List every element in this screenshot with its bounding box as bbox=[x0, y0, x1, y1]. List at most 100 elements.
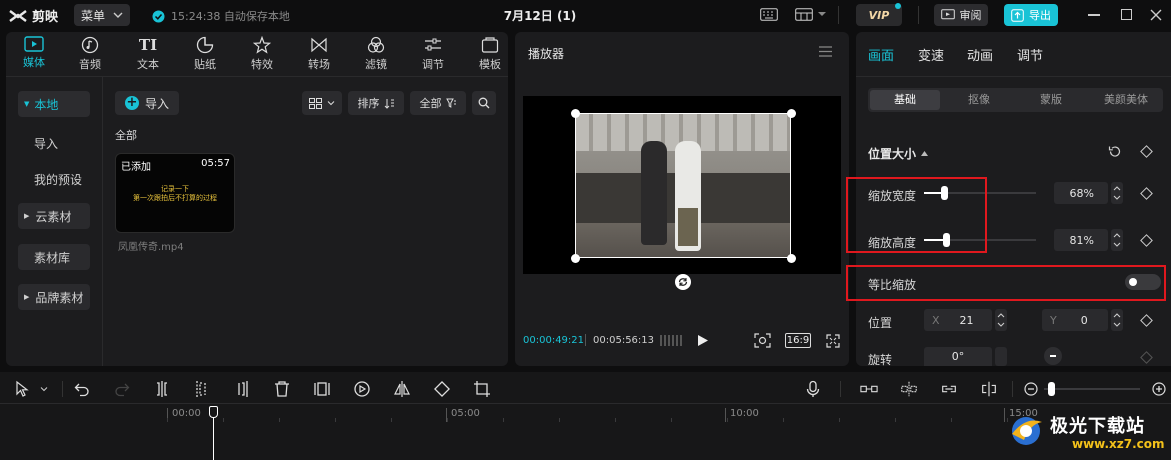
cursor-icon[interactable] bbox=[14, 380, 32, 398]
scale-width-input[interactable]: 68% bbox=[1054, 182, 1108, 204]
divider bbox=[62, 381, 63, 397]
link-icon[interactable] bbox=[940, 380, 958, 398]
undo-icon[interactable] bbox=[73, 380, 91, 398]
resize-handle[interactable] bbox=[571, 109, 580, 118]
menu-button[interactable]: 菜单 bbox=[74, 4, 130, 26]
split-icon[interactable] bbox=[153, 380, 171, 398]
sticker-icon bbox=[196, 36, 214, 54]
tab-adjust[interactable]: 调节 bbox=[409, 36, 457, 72]
playhead-handle[interactable] bbox=[209, 406, 218, 418]
tab-speed[interactable]: 变速 bbox=[918, 45, 944, 64]
menu-icon[interactable] bbox=[819, 46, 832, 57]
crop-icon[interactable] bbox=[473, 380, 491, 398]
sidebar-item-cloud[interactable]: ▶ 云素材 bbox=[18, 203, 90, 229]
reverse-icon[interactable] bbox=[353, 380, 371, 398]
resize-handle[interactable] bbox=[571, 254, 580, 263]
freeze-icon[interactable] bbox=[313, 380, 331, 398]
mirror-icon[interactable] bbox=[393, 380, 411, 398]
keyboard-icon[interactable] bbox=[760, 8, 778, 21]
added-badge: 已添加 bbox=[121, 162, 151, 173]
import-button[interactable]: + 导入 bbox=[115, 91, 179, 115]
subtab-cutout[interactable]: 抠像 bbox=[944, 90, 1014, 110]
close-icon[interactable] bbox=[1150, 9, 1162, 21]
zoom-out-icon[interactable] bbox=[1022, 380, 1040, 398]
position-y-input[interactable]: Y 0 bbox=[1042, 309, 1108, 331]
media-panel bbox=[6, 32, 508, 366]
rotate-handle[interactable] bbox=[675, 274, 691, 290]
view-mode-button[interactable] bbox=[302, 91, 342, 115]
slider-handle[interactable] bbox=[1048, 382, 1055, 396]
tab-template[interactable]: 模板 bbox=[466, 36, 514, 72]
subtab-basic[interactable]: 基础 bbox=[870, 90, 940, 110]
stepper[interactable] bbox=[1111, 229, 1123, 251]
plus-icon: + bbox=[124, 95, 139, 110]
filter-button[interactable]: 全部 bbox=[410, 91, 466, 115]
rotate-clip-icon[interactable] bbox=[433, 380, 451, 398]
tab-text[interactable]: TI 文本 bbox=[124, 36, 172, 72]
media-thumbnail[interactable]: 已添加 05:57 记录一下 第一次跟拍后不打算的过程 bbox=[115, 153, 235, 233]
fit-screen-icon[interactable] bbox=[754, 333, 771, 348]
search-button[interactable] bbox=[472, 91, 496, 115]
aspect-ratio-button[interactable]: 16:9 bbox=[785, 333, 811, 348]
funnel-icon bbox=[445, 98, 456, 108]
minimize-icon[interactable] bbox=[1088, 14, 1100, 16]
trim-left-icon[interactable] bbox=[193, 380, 211, 398]
sidebar-item-presets[interactable]: 我的预设 bbox=[18, 166, 90, 192]
divider bbox=[838, 6, 839, 24]
stepper[interactable] bbox=[1111, 309, 1123, 331]
rotate-dial[interactable] bbox=[1044, 347, 1062, 365]
tab-transition[interactable]: 转场 bbox=[295, 36, 343, 72]
section-header[interactable]: 位置大小 bbox=[868, 145, 929, 162]
subtab-mask[interactable]: 蒙版 bbox=[1016, 90, 1086, 110]
tab-adjust[interactable]: 调节 bbox=[1017, 45, 1043, 64]
zoom-slider[interactable] bbox=[1044, 388, 1140, 390]
microphone-icon[interactable] bbox=[804, 380, 822, 398]
notification-dot bbox=[895, 3, 901, 9]
snap-icon[interactable] bbox=[900, 380, 918, 398]
export-button[interactable]: 导出 bbox=[1004, 4, 1058, 26]
sidebar-item-import[interactable]: 导入 bbox=[18, 130, 90, 156]
subtab-beauty[interactable]: 美颜美体 bbox=[1090, 90, 1162, 110]
sort-button[interactable]: 排序 bbox=[348, 91, 404, 115]
sidebar-item-brand[interactable]: ▶ 品牌素材 bbox=[18, 284, 90, 310]
chevron-down-icon[interactable] bbox=[40, 387, 48, 392]
position-x-input[interactable]: X 21 bbox=[924, 309, 992, 331]
zoom-in-icon[interactable] bbox=[1150, 380, 1168, 398]
watermark-brand: 极光下载站 bbox=[1050, 416, 1145, 437]
selection-frame[interactable] bbox=[575, 113, 791, 258]
resize-handle[interactable] bbox=[787, 109, 796, 118]
tab-filter[interactable]: 滤镜 bbox=[352, 36, 400, 72]
stepper[interactable] bbox=[1111, 182, 1123, 204]
review-button[interactable]: 审阅 bbox=[934, 4, 988, 26]
reset-icon[interactable] bbox=[1108, 145, 1121, 158]
rotate-input[interactable]: 0° bbox=[924, 347, 992, 366]
play-icon[interactable] bbox=[697, 334, 709, 347]
tab-animation[interactable]: 动画 bbox=[967, 45, 993, 64]
preview-axis-icon[interactable] bbox=[980, 380, 998, 398]
stepper[interactable] bbox=[995, 309, 1007, 331]
waveform-icon[interactable] bbox=[660, 333, 682, 348]
tab-audio[interactable]: 音频 bbox=[66, 36, 114, 72]
maximize-icon[interactable] bbox=[1121, 9, 1132, 20]
trim-right-icon[interactable] bbox=[233, 380, 251, 398]
tab-effects[interactable]: 特效 bbox=[238, 36, 286, 72]
fullscreen-icon[interactable] bbox=[826, 334, 840, 348]
resize-handle[interactable] bbox=[787, 254, 796, 263]
tab-media[interactable]: 媒体 bbox=[10, 36, 58, 72]
import-label: 导入 bbox=[144, 96, 169, 111]
sidebar-item-library[interactable]: 素材库 bbox=[18, 244, 90, 270]
redo-icon[interactable] bbox=[113, 380, 131, 398]
tab-sticker[interactable]: 贴纸 bbox=[181, 36, 229, 72]
sidebar-item-label: 导入 bbox=[34, 136, 59, 151]
stepper[interactable] bbox=[995, 347, 1007, 366]
export-icon bbox=[1011, 8, 1024, 22]
sidebar-item-local[interactable]: ▼ 本地 bbox=[18, 91, 90, 117]
delete-icon[interactable] bbox=[273, 380, 291, 398]
review-label: 审阅 bbox=[959, 9, 982, 22]
scale-height-input[interactable]: 81% bbox=[1054, 229, 1108, 251]
tab-canvas[interactable]: 画面 bbox=[868, 45, 894, 64]
audio-icon bbox=[81, 36, 99, 54]
logo-icon bbox=[9, 9, 27, 22]
main-track-link-icon[interactable] bbox=[860, 380, 878, 398]
layout-button[interactable] bbox=[795, 8, 826, 21]
